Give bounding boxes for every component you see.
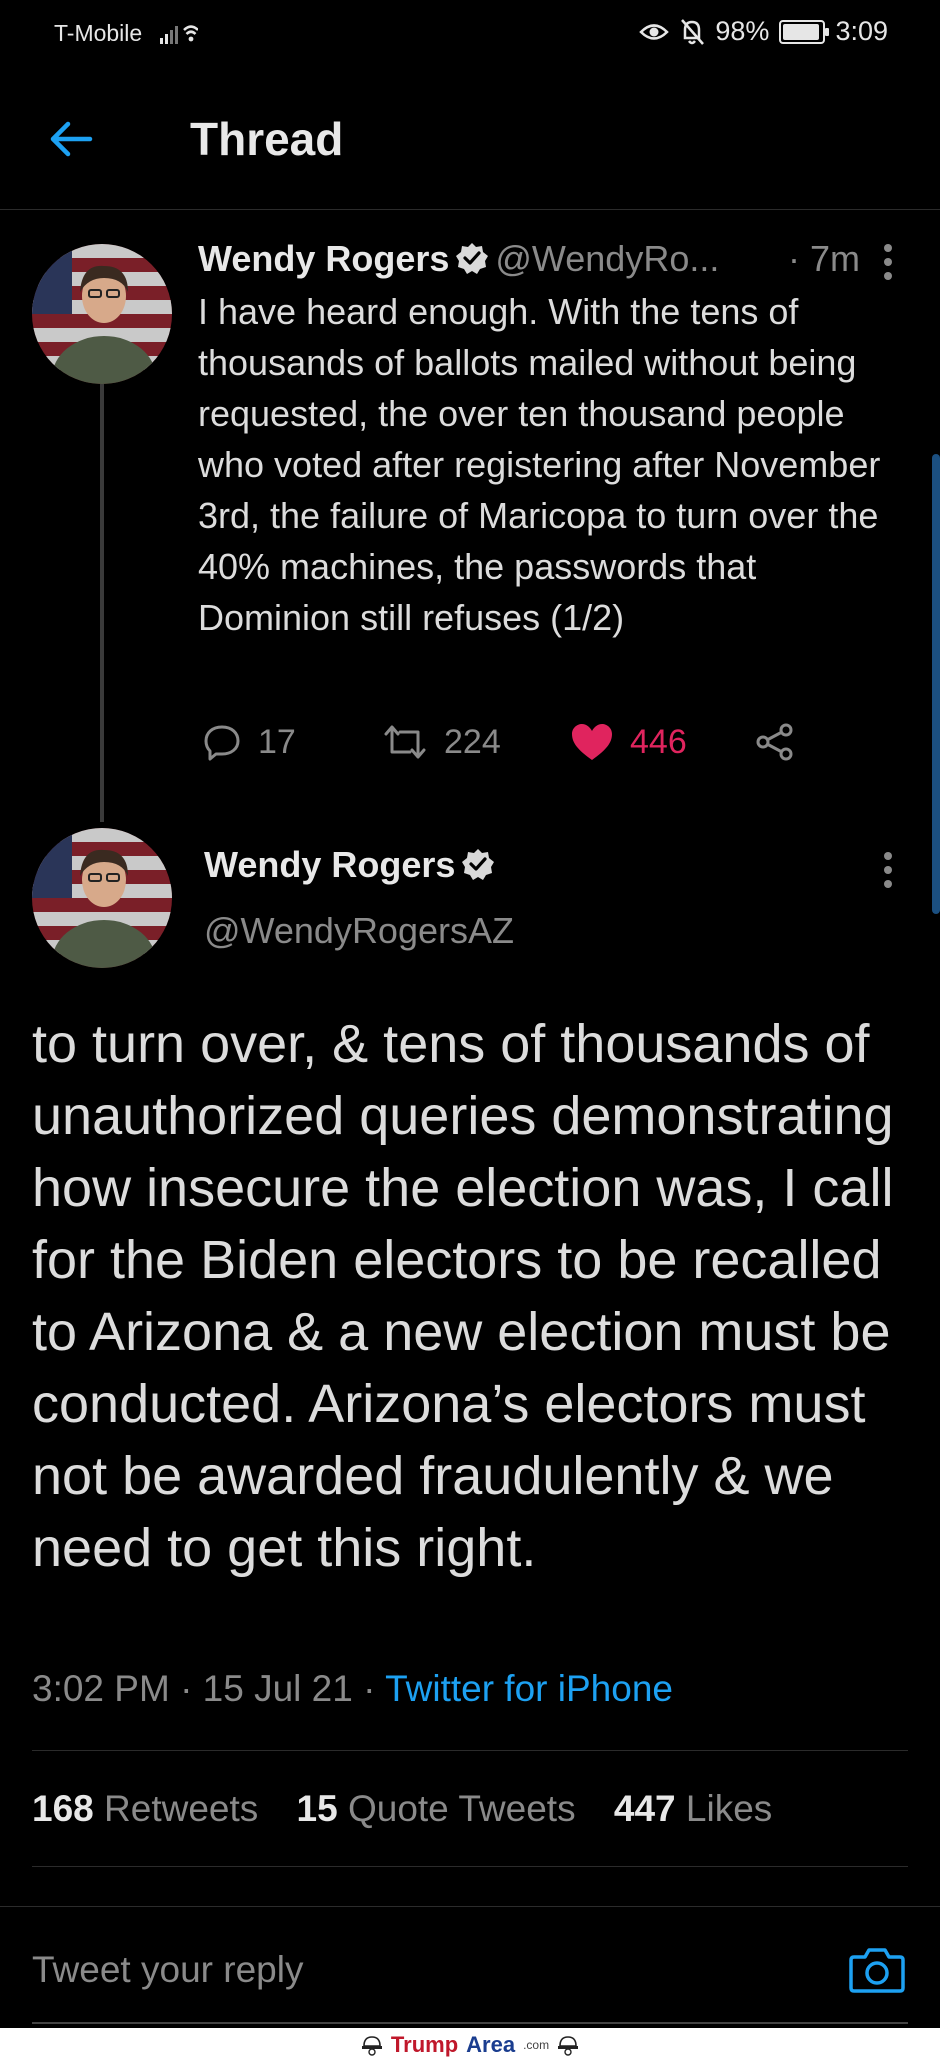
reply-underline xyxy=(32,2022,908,2024)
tweet2-timestamp: 3:02 PM · 15 Jul 21 · xyxy=(32,1668,386,1709)
retweet-count: 224 xyxy=(444,722,501,761)
verified-badge-icon xyxy=(462,849,495,881)
watermark-domain: Area xyxy=(466,2032,516,2057)
reply-count: 17 xyxy=(258,722,296,761)
share-button[interactable] xyxy=(754,722,796,762)
tweet2-meta: 3:02 PM · 15 Jul 21 · Twitter for iPhone xyxy=(32,1668,673,1710)
tweet2-author-name[interactable]: Wendy Rogers xyxy=(204,844,455,885)
reply-input[interactable]: Tweet your reply xyxy=(32,1949,303,1991)
retweets-stat[interactable]: 168 Retweets xyxy=(32,1788,258,1829)
share-icon xyxy=(756,723,793,761)
tweet2-handle[interactable]: @WendyRogersAZ xyxy=(204,910,514,952)
scrollbar[interactable] xyxy=(932,454,940,914)
page-title: Thread xyxy=(190,113,344,165)
tweet1-author-name[interactable]: Wendy Rogers xyxy=(198,238,449,279)
signal-wifi-icon xyxy=(160,25,198,44)
status-right: 98% 3:09 xyxy=(639,16,888,47)
divider xyxy=(32,1750,908,1751)
divider xyxy=(32,1866,908,1867)
retweet-icon xyxy=(384,725,426,759)
hat-icon xyxy=(558,2036,579,2056)
avatar-image xyxy=(32,244,172,384)
battery-percent: 98% xyxy=(715,16,770,46)
more-options-icon[interactable] xyxy=(884,244,894,286)
thread-connector xyxy=(100,384,104,822)
back-arrow-icon[interactable] xyxy=(44,112,98,166)
likes-stat[interactable]: 447 Likes xyxy=(614,1788,772,1829)
quote-tweets-count: 15 xyxy=(296,1788,338,1829)
thread-header: Thread xyxy=(0,90,940,210)
eye-icon xyxy=(639,23,670,40)
carrier-label: T-Mobile xyxy=(54,20,143,46)
bell-off-icon xyxy=(681,18,705,45)
avatar-image xyxy=(32,828,172,968)
likes-label: Likes xyxy=(685,1788,773,1829)
watermark: Trump Area .com xyxy=(0,2028,940,2062)
like-button[interactable]: 446 xyxy=(570,722,687,762)
watermark-tld: .com xyxy=(523,2038,550,2052)
clock: 3:09 xyxy=(835,16,888,46)
likes-count: 447 xyxy=(613,1788,676,1829)
watermark-brand: Trump xyxy=(390,2032,459,2057)
battery-icon xyxy=(779,19,830,44)
tweet2-source-link[interactable]: Twitter for iPhone xyxy=(385,1668,673,1709)
reply-icon xyxy=(204,725,240,761)
like-count: 446 xyxy=(630,722,687,761)
tweet1-text: I have heard enough. With the tens of th… xyxy=(198,291,881,638)
hat-icon xyxy=(361,2036,382,2056)
retweets-label: Retweets xyxy=(104,1788,259,1829)
avatar[interactable] xyxy=(32,244,172,384)
more-options-icon[interactable] xyxy=(884,852,894,894)
status-bar: T-Mobile 98% 3:09 xyxy=(0,0,940,66)
reply-bar: Tweet your reply xyxy=(0,1906,940,2026)
watermark-logo: Trump Area .com xyxy=(361,2032,579,2058)
retweets-count: 168 xyxy=(32,1788,94,1829)
camera-icon[interactable] xyxy=(848,1943,906,1995)
retweet-button[interactable]: 224 xyxy=(382,722,501,762)
tweet2-author-name-row: Wendy Rogers xyxy=(204,844,501,887)
quote-tweets-stat[interactable]: 15 Quote Tweets xyxy=(297,1788,576,1829)
reply-button[interactable]: 17 xyxy=(202,722,296,762)
heart-filled-icon xyxy=(572,724,612,760)
quote-tweets-label: Quote Tweets xyxy=(347,1788,576,1829)
tweet2-stats: 168 Retweets 15 Quote Tweets 447 Likes xyxy=(32,1788,800,1830)
tweet1-actions: 17 224 446 xyxy=(198,722,838,772)
avatar[interactable] xyxy=(32,828,172,968)
tweet2-text: to turn over, & tens of thousands of una… xyxy=(32,1014,894,1578)
tweet1-time: · 7m xyxy=(788,238,860,279)
verified-badge-icon xyxy=(456,243,489,275)
tweet1-handle[interactable]: @WendyRo... xyxy=(495,238,719,279)
